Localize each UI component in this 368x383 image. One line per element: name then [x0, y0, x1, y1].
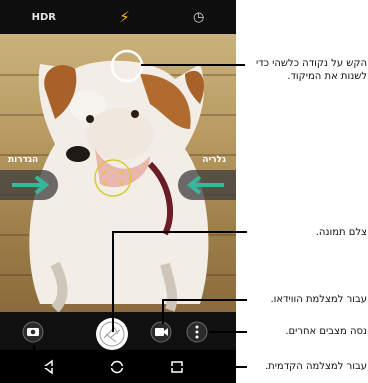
- gallery-swipe-handle[interactable]: [178, 170, 236, 200]
- annotation-front-camera: עבור למצלמה הקדמית.: [264, 361, 367, 372]
- gallery-label: גלריה: [202, 155, 226, 165]
- phone-screen: HDR ⚡ ◷ הגדרות גלריה: [0, 0, 236, 383]
- switch-camera-icon[interactable]: [22, 321, 44, 343]
- arrow-left-icon: [186, 175, 224, 195]
- hdr-toggle[interactable]: HDR: [32, 12, 56, 23]
- annotation-focus: הקש על נקודה כלשהי כדי לשנות את המיקוד.: [256, 58, 367, 82]
- flash-auto-icon[interactable]: ⚡: [119, 8, 130, 26]
- more-modes-icon[interactable]: [186, 321, 208, 343]
- settings-label: הגדרות: [8, 155, 39, 165]
- video-camera-icon[interactable]: [150, 321, 172, 343]
- arrow-right-icon: [12, 175, 50, 195]
- timer-icon[interactable]: ◷: [193, 10, 204, 25]
- annotation-video: עבור למצלמת הווידאו.: [270, 294, 368, 305]
- settings-swipe-handle[interactable]: [0, 170, 58, 200]
- annotation-take-photo: צלם תמונה.: [315, 227, 367, 238]
- annotation-more-modes: נסה מצבים אחרים.: [285, 326, 367, 337]
- camera-top-bar: HDR ⚡ ◷: [0, 0, 236, 34]
